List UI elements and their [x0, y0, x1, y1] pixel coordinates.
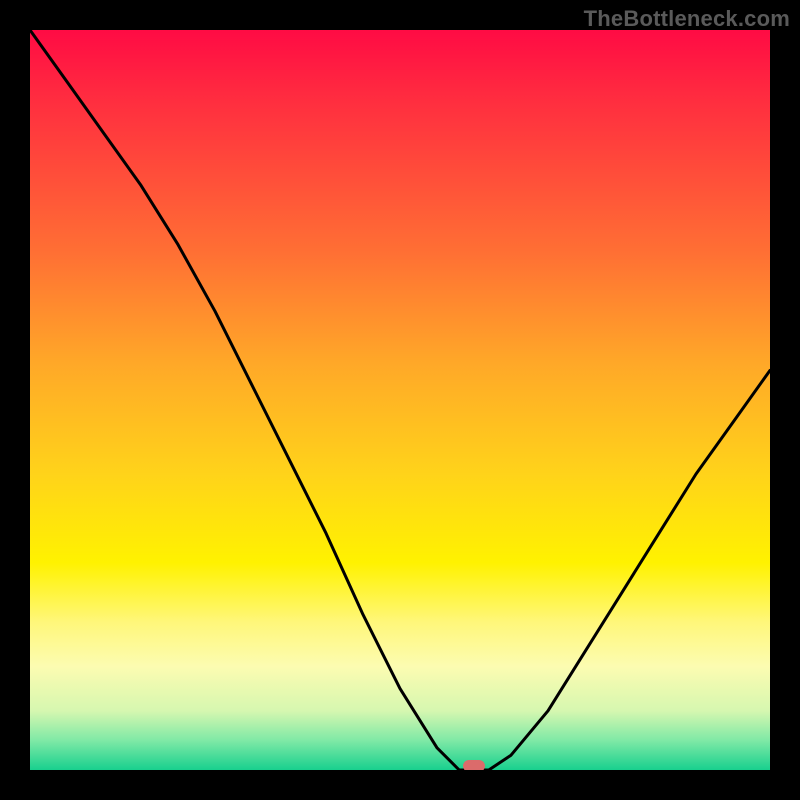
- watermark-text: TheBottleneck.com: [584, 6, 790, 32]
- chart-frame: { "watermark": "TheBottleneck.com", "cha…: [0, 0, 800, 800]
- bottleneck-curve: [30, 30, 770, 770]
- plot-area: [30, 30, 770, 770]
- optimal-point-marker: [463, 760, 485, 770]
